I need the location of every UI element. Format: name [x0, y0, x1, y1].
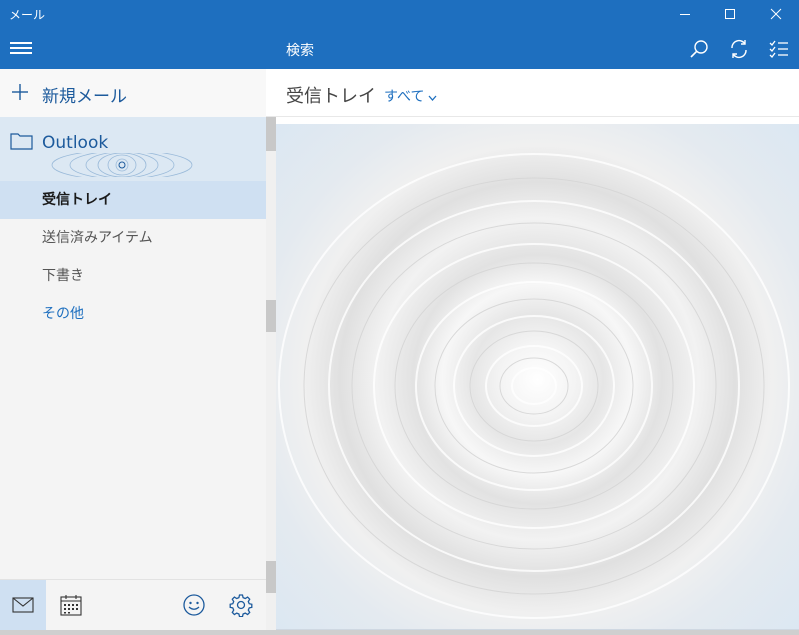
close-button[interactable] — [753, 0, 799, 28]
folder-sent-items[interactable]: 送信済みアイテム — [0, 219, 266, 257]
empty-state-background-image — [276, 124, 799, 635]
search-bar: 検索 — [266, 28, 799, 69]
folder-label: 受信トレイ — [42, 192, 112, 208]
mail-button[interactable] — [0, 580, 46, 630]
message-list-pane: 検索 受信トレイ すべて — [266, 28, 799, 635]
minimize-button[interactable] — [662, 0, 708, 28]
folder-label: 送信済みアイテム — [42, 230, 153, 246]
maximize-button[interactable] — [707, 0, 753, 28]
account-email-ripple-icon — [51, 153, 193, 177]
folder-label: 下書き — [42, 268, 84, 284]
new-mail-label: 新規メール — [42, 87, 127, 107]
search-button[interactable] — [686, 36, 712, 62]
search-icon — [690, 40, 708, 58]
account-name: Outlook — [42, 133, 109, 153]
settings-button[interactable] — [218, 580, 264, 630]
current-folder-title: 受信トレイ — [286, 86, 376, 107]
account-item[interactable]: Outlook — [0, 117, 266, 181]
settings-gear-icon — [229, 594, 253, 617]
app-switcher-bar — [0, 579, 266, 630]
calendar-icon — [60, 595, 82, 616]
folder-icon — [10, 133, 33, 150]
feedback-button[interactable] — [171, 580, 217, 630]
sync-icon — [731, 39, 747, 59]
title-bar: メール — [0, 0, 799, 28]
minimize-icon — [680, 14, 690, 15]
navigation-pane: 新規メール Outlook 受信トレイ 送信済みアイテム 下書き その他 — [0, 28, 266, 635]
close-icon — [770, 8, 782, 20]
plus-icon — [12, 84, 28, 100]
nav-header — [0, 28, 266, 69]
selection-mode-button[interactable] — [766, 36, 792, 62]
window-title: メール — [9, 8, 46, 22]
message-list-header: 受信トレイ すべて — [266, 69, 799, 117]
folder-drafts[interactable]: 下書き — [0, 257, 266, 295]
taskbar-edge — [0, 630, 799, 635]
selection-mode-icon — [769, 40, 788, 58]
sync-button[interactable] — [726, 36, 752, 62]
folder-label: その他 — [42, 306, 84, 322]
maximize-icon — [725, 9, 735, 19]
folder-list: 受信トレイ 送信済みアイテム 下書き その他 — [0, 181, 266, 333]
list-scroll-edge — [266, 117, 276, 635]
new-mail-button[interactable]: 新規メール — [0, 69, 266, 117]
ripple-artwork — [278, 153, 790, 619]
mail-icon — [12, 597, 34, 613]
filter-dropdown[interactable]: すべて — [384, 86, 437, 106]
feedback-smile-icon — [183, 594, 205, 616]
calendar-button[interactable] — [48, 580, 94, 630]
folder-inbox[interactable]: 受信トレイ — [0, 181, 266, 219]
folder-more[interactable]: その他 — [0, 295, 266, 333]
search-input[interactable]: 検索 — [286, 40, 314, 60]
chevron-down-icon — [428, 95, 437, 101]
hamburger-menu-icon[interactable] — [10, 42, 32, 56]
filter-label: すべて — [384, 89, 425, 105]
